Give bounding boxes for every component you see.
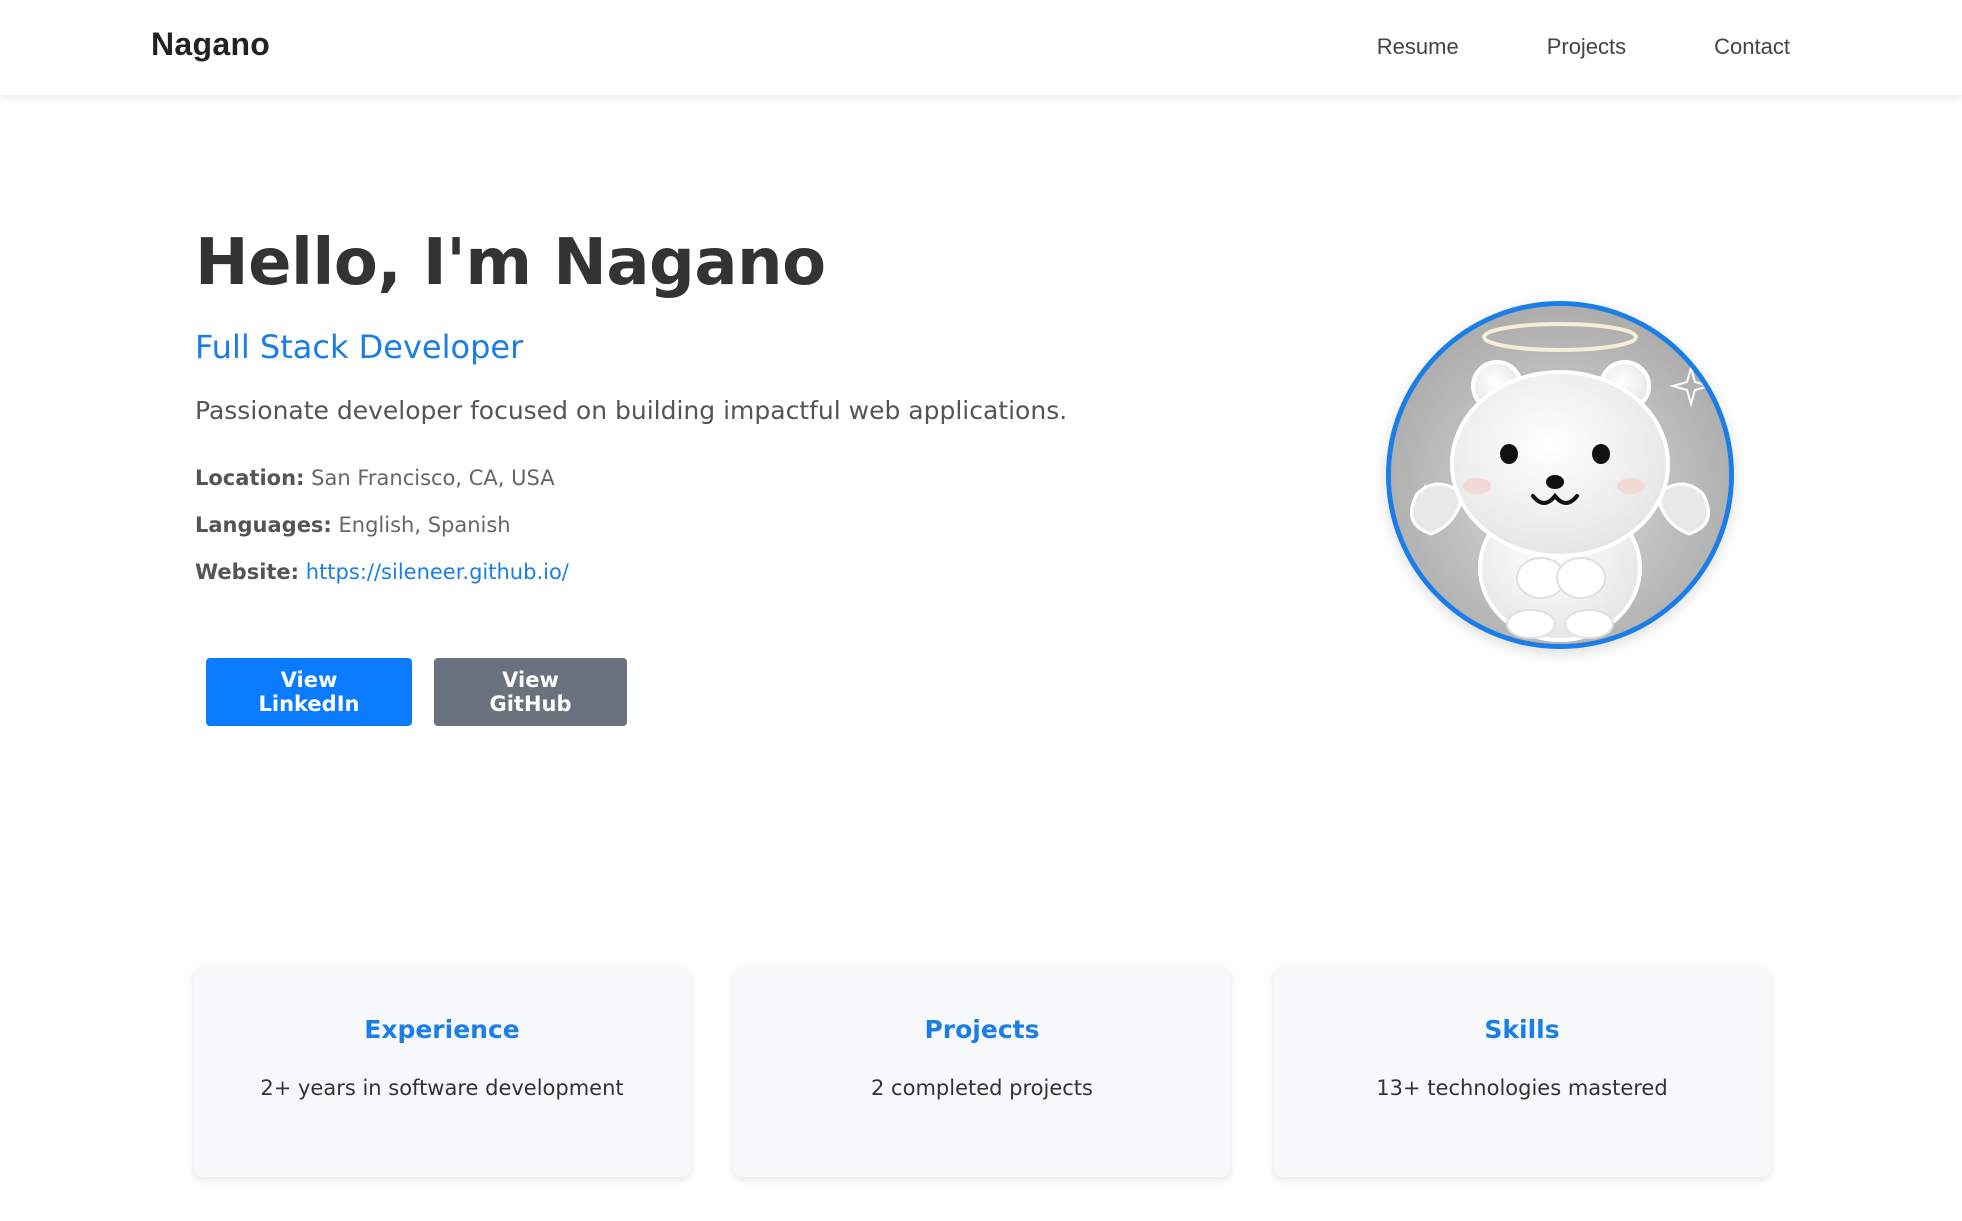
info-languages-label: Languages:	[195, 512, 332, 537]
brand-logo[interactable]: Nagano	[151, 26, 270, 63]
stat-card-title: Projects	[924, 1015, 1040, 1044]
avatar	[1386, 301, 1734, 649]
stat-card-experience: Experience 2+ years in software developm…	[194, 967, 690, 1177]
info-location: Location: San Francisco, CA, USA	[195, 455, 1295, 502]
website-link[interactable]: https://sileneer.github.io/	[306, 560, 569, 584]
info-location-label: Location:	[195, 465, 305, 490]
stats-cards: Experience 2+ years in software developm…	[194, 967, 1770, 1177]
nav-links: Resume Projects Contact	[1289, 34, 1790, 60]
hero-subtitle: Full Stack Developer	[195, 327, 524, 366]
stat-card-text: 2 completed projects	[871, 1076, 1093, 1100]
info-website: Website: https://sileneer.github.io/	[195, 549, 1295, 596]
stat-card-title: Skills	[1484, 1015, 1560, 1044]
angel-bear-avatar-icon	[1391, 306, 1729, 644]
stat-card-title: Experience	[364, 1015, 520, 1044]
hero-description: Passionate developer focused on building…	[195, 395, 1068, 425]
info-location-value: San Francisco, CA, USA	[311, 465, 555, 490]
navbar: Nagano Resume Projects Contact	[0, 0, 1962, 96]
view-github-button[interactable]: View GitHub	[434, 657, 627, 726]
nav-link-contact[interactable]: Contact	[1714, 34, 1790, 60]
nav-link-projects[interactable]: Projects	[1547, 34, 1626, 60]
stat-card-text: 13+ technologies mastered	[1376, 1076, 1668, 1100]
info-website-label: Website:	[195, 559, 300, 584]
info-languages-value: English, Spanish	[338, 512, 511, 537]
nav-link-resume[interactable]: Resume	[1377, 34, 1459, 60]
stat-card-projects: Projects 2 completed projects	[734, 967, 1230, 1177]
info-languages: Languages: English, Spanish	[195, 502, 1295, 549]
view-linkedin-button[interactable]: View LinkedIn	[206, 657, 412, 726]
stat-card-text: 2+ years in software development	[260, 1076, 624, 1100]
info-list: Location: San Francisco, CA, USA Languag…	[195, 455, 1295, 596]
hero-section: Hello, I'm Nagano Full Stack Developer P…	[195, 225, 1295, 726]
stat-card-skills: Skills 13+ technologies mastered	[1274, 967, 1770, 1177]
hero-title: Hello, I'm Nagano	[195, 226, 826, 300]
hero-buttons: View LinkedIn View GitHub	[206, 657, 1295, 726]
